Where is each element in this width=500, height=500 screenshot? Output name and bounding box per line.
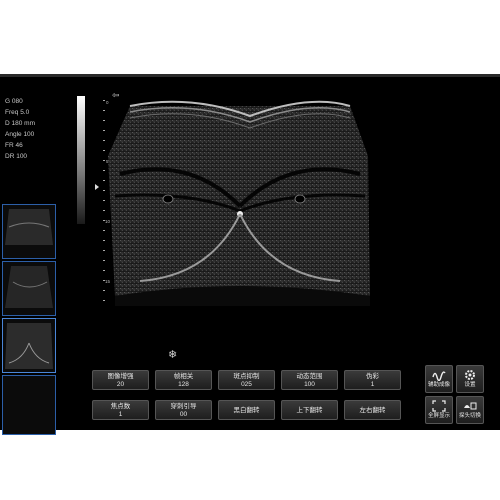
param-dynamic-range: DR 100 [5, 153, 28, 160]
button-value: 00 [179, 411, 188, 418]
probe-switch-button[interactable]: 探头切换 [456, 396, 484, 424]
probe-switch-icon [464, 402, 477, 410]
button-label: 伪彩 [366, 373, 379, 380]
button-value: 1 [370, 381, 375, 388]
button-label: 探头切换 [458, 413, 481, 419]
ultrasound-image [108, 100, 370, 306]
button-value: 025 [241, 381, 252, 388]
button-value: 100 [304, 381, 315, 388]
frame-correlation-button[interactable]: 帧相关 128 [155, 370, 212, 390]
button-value: 1 [118, 411, 123, 418]
button-label: 图像增强 [107, 373, 134, 380]
flip-horizontal-button[interactable]: 左右翻转 [344, 400, 401, 420]
gear-icon [465, 370, 475, 380]
button-label: 焦点数 [110, 403, 131, 410]
fullscreen-icon [432, 400, 446, 412]
pseudo-color-button[interactable]: 伪彩 1 [344, 370, 401, 390]
param-gain: G 080 [5, 98, 23, 105]
button-label: 设置 [464, 382, 476, 388]
button-label: 黑白翻转 [233, 407, 260, 414]
button-label: 斑点抑制 [233, 373, 260, 380]
speckle-suppression-button[interactable]: 斑点抑制 025 [218, 370, 275, 390]
imaging-parameters: G 080 Freq 5.0 D 180 mm Angle 100 FR 46 … [5, 96, 35, 162]
param-depth: D 180 mm [5, 120, 35, 127]
button-label: 帧相关 [173, 373, 194, 380]
top-bar [0, 74, 500, 77]
needle-guide-button[interactable]: 穿刺引导 00 [155, 400, 212, 420]
settings-button[interactable]: 设置 [456, 365, 484, 393]
button-label: 左右翻转 [359, 407, 386, 414]
focus-count-button[interactable]: 焦点数 1 [92, 400, 149, 420]
grayscale-bar [77, 96, 85, 224]
button-label: 辅助成像 [427, 382, 450, 388]
thumbnail-empty-slot [2, 375, 56, 435]
param-frequency: Freq 5.0 [5, 109, 30, 116]
snowflake-icon[interactable]: ❄ [168, 348, 177, 361]
image-thumbnails [2, 204, 56, 437]
dynamic-range-button[interactable]: 动态范围 100 [281, 370, 338, 390]
param-frame-rate: FR 46 [5, 142, 23, 149]
button-label: 动态范围 [296, 373, 323, 380]
button-label: 全屏显示 [427, 413, 450, 419]
param-angle: Angle 100 [5, 131, 35, 138]
button-label: 穿刺引导 [170, 403, 197, 410]
gray-pointer-icon [95, 184, 99, 190]
ultrasound-screen: G 080 Freq 5.0 D 180 mm Angle 100 FR 46 … [0, 74, 500, 435]
waveform-icon [432, 371, 446, 381]
flip-vertical-button[interactable]: 上下翻转 [281, 400, 338, 420]
thumbnail-image[interactable] [2, 261, 56, 316]
assist-imaging-button[interactable]: 辅助成像 [425, 365, 453, 393]
image-enhance-button[interactable]: 图像增强 20 [92, 370, 149, 390]
invert-gray-button[interactable]: 黑白翻转 [218, 400, 275, 420]
fullscreen-button[interactable]: 全屏显示 [425, 396, 453, 424]
button-value: 20 [116, 381, 125, 388]
thumbnail-image[interactable] [2, 204, 56, 259]
button-value: 128 [178, 381, 189, 388]
thumbnail-image-selected[interactable] [2, 318, 56, 373]
button-label: 上下翻转 [296, 407, 323, 414]
